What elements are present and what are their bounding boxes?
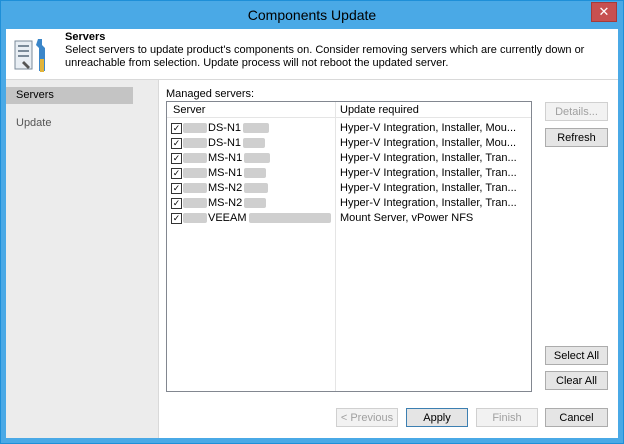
window-title: Components Update (247, 7, 377, 23)
clear-all-button[interactable]: Clear All (545, 371, 608, 390)
finish-button[interactable]: Finish (476, 408, 538, 427)
server-name: MS-N2 (183, 181, 333, 196)
redacted-text (243, 138, 266, 149)
row-checkbox[interactable]: ✓ (171, 138, 182, 149)
redacted-text (183, 123, 207, 134)
title-bar[interactable]: Components Update ✕ (1, 1, 623, 29)
server-name: MS-N1 (183, 151, 333, 166)
table-row[interactable]: ✓ MS-N2 Hyper-V Integration, Installer, … (167, 196, 531, 211)
redacted-text (183, 198, 207, 209)
redacted-text (183, 213, 207, 224)
row-checkbox[interactable]: ✓ (171, 183, 182, 194)
tools-icon (14, 39, 45, 72)
server-name: DS-N1 (183, 136, 333, 151)
table-row[interactable]: ✓ DS-N1 Hyper-V Integration, Installer, … (167, 121, 531, 136)
wizard-sidebar: Servers Update (6, 80, 159, 438)
update-required-cell: Hyper-V Integration, Installer, Mou... (340, 122, 517, 134)
sidebar-item-servers[interactable]: Servers (6, 87, 133, 104)
column-header-server[interactable]: Server (167, 102, 335, 118)
row-checkbox[interactable]: ✓ (171, 123, 182, 134)
redacted-text (244, 168, 267, 179)
cancel-button[interactable]: Cancel (545, 408, 608, 427)
server-name: MS-N2 (183, 196, 333, 211)
table-row[interactable]: ✓ MS-N1 Hyper-V Integration, Installer, … (167, 166, 531, 181)
server-name: DS-N1 (183, 121, 333, 136)
row-checkbox[interactable]: ✓ (171, 168, 182, 179)
update-required-cell: Hyper-V Integration, Installer, Tran... (340, 152, 517, 164)
redacted-text (183, 153, 207, 164)
server-name: MS-N1 (183, 166, 333, 181)
update-required-cell: Hyper-V Integration, Installer, Tran... (340, 197, 517, 209)
dialog-content: Servers Select servers to update product… (6, 29, 618, 438)
table-row[interactable]: ✓ VEEAM Mount Server, vPower NFS (167, 211, 531, 226)
redacted-text (183, 168, 207, 179)
row-checkbox[interactable]: ✓ (171, 153, 182, 164)
update-required-cell: Hyper-V Integration, Installer, Tran... (340, 182, 517, 194)
managed-servers-label: Managed servers: (166, 88, 255, 100)
redacted-text (183, 138, 207, 149)
redacted-text (244, 198, 267, 209)
header-title: Servers (65, 31, 106, 43)
redacted-text (244, 153, 271, 164)
redacted-text (243, 123, 270, 134)
row-checkbox[interactable]: ✓ (171, 213, 182, 224)
redacted-text (183, 183, 207, 194)
sidebar-item-update[interactable]: Update (6, 115, 133, 132)
redacted-text (248, 213, 331, 224)
column-header-update[interactable]: Update required (336, 102, 531, 118)
main-panel: Managed servers: Server Update required … (159, 80, 618, 438)
select-all-button[interactable]: Select All (545, 346, 608, 365)
table-row[interactable]: ✓ MS-N1 Hyper-V Integration, Installer, … (167, 151, 531, 166)
header-description: Select servers to update product's compo… (65, 44, 585, 69)
redacted-text (244, 183, 269, 194)
servers-list[interactable]: Server Update required ✓ DS-N1 Hyper-V I… (166, 101, 532, 392)
details-button[interactable]: Details... (545, 102, 608, 121)
close-button[interactable]: ✕ (591, 2, 617, 22)
apply-button[interactable]: Apply (406, 408, 468, 427)
update-required-cell: Mount Server, vPower NFS (340, 212, 474, 224)
table-row[interactable]: ✓ DS-N1 Hyper-V Integration, Installer, … (167, 136, 531, 151)
row-checkbox[interactable]: ✓ (171, 198, 182, 209)
update-required-cell: Hyper-V Integration, Installer, Tran... (340, 167, 517, 179)
previous-button[interactable]: < Previous (336, 408, 398, 427)
update-required-cell: Hyper-V Integration, Installer, Mou... (340, 137, 517, 149)
dialog-window: Components Update ✕ Servers Select serve… (0, 0, 624, 444)
refresh-button[interactable]: Refresh (545, 128, 608, 147)
server-name: VEEAM (183, 211, 333, 226)
table-row[interactable]: ✓ MS-N2 Hyper-V Integration, Installer, … (167, 181, 531, 196)
wizard-header: Servers Select servers to update product… (6, 29, 618, 80)
